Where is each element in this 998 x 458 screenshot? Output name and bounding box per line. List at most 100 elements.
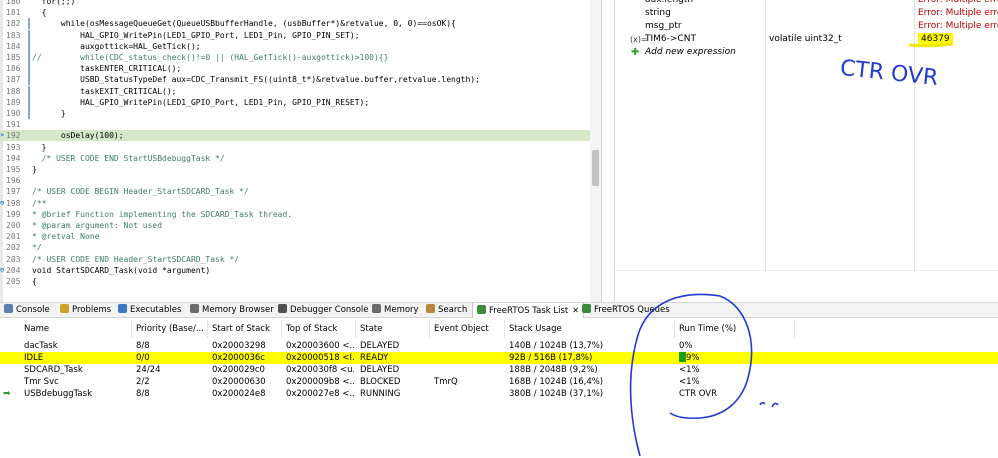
code-line[interactable]: 184 auxgottick=HAL_GetTick();: [0, 40, 590, 52]
code-line[interactable]: 203 /* USER CODE END Header_StartSDCARD_T…: [0, 254, 590, 265]
line-number: 196: [6, 176, 21, 186]
code-text: {: [32, 277, 37, 286]
code-line[interactable]: 193 }: [0, 142, 590, 153]
change-marker: [28, 18, 30, 30]
change-marker: [28, 52, 30, 63]
tab-debugger-console[interactable]: Debugger Console: [274, 303, 369, 318]
column-header[interactable]: Top of Stack: [282, 320, 356, 338]
column-header[interactable]: Priority (Base/...: [132, 320, 208, 338]
add-expression-label[interactable]: Add new expression: [645, 46, 736, 59]
tab-memory-browser[interactable]: Memory Browser: [186, 303, 274, 318]
table-cell-top: 0x200027e8 <...: [286, 389, 354, 399]
table-row[interactable]: ➡ USBdebuggTask 8/8 0x200024e8 0x200027e8 <.…: [0, 388, 998, 400]
code-line[interactable]: 199 * @brief Function implementing the SD…: [0, 209, 590, 220]
expression-name: msg_ptr: [645, 21, 682, 31]
add-expression-row[interactable]: ✚ Add new expression: [615, 46, 998, 59]
code-line[interactable]: 197 /* USER CODE BEGIN Header_StartSDCARD…: [0, 186, 590, 197]
tab-freertos-task-list[interactable]: FreeRTOS Task List ✕: [472, 303, 584, 318]
line-number: 201: [6, 232, 21, 242]
expression-row[interactable]: (x)= TIM6->CNT volatile uint32_t 46379: [615, 33, 998, 46]
code-text: */: [32, 243, 42, 253]
table-row[interactable]: Tmr Svc 2/2 0x20000630 0x200009b8 <... BLOCK…: [0, 376, 998, 388]
code-text: {: [32, 8, 47, 18]
column-header[interactable]: State: [356, 320, 430, 338]
code-text: * @brief Function implementing the SDCAR…: [32, 209, 293, 219]
tab-icon: [372, 304, 381, 313]
table-row[interactable]: SDCARD_Task 24/24 0x200029c0 0x200030f8 <u.…: [0, 364, 998, 376]
line-number: 180: [6, 0, 21, 6]
code-line[interactable]: 189 HAL_GPIO_WritePin(LED1_GPIO_Port, LE…: [0, 96, 590, 108]
line-number: 195: [6, 165, 21, 174]
code-line[interactable]: 192» osDelay(100);: [0, 130, 590, 142]
code-line[interactable]: 182 while(osMessageQueueGet(QueueUSBbuff…: [0, 18, 590, 30]
code-line[interactable]: 180 for(;;): [0, 0, 590, 7]
tab-icon: [477, 305, 486, 314]
code-line[interactable]: 204 ⊖ void StartSDCARD_Task(void *argument…: [0, 265, 590, 276]
code-line[interactable]: 181 {: [0, 7, 590, 18]
code-line[interactable]: 191: [0, 119, 590, 130]
table-cell-name: USBdebuggTask: [24, 389, 92, 399]
column-header[interactable]: Event Object: [430, 320, 505, 338]
code-line[interactable]: 183 HAL_GPIO_WritePin(LED1_GPIO_Port, LE…: [0, 29, 590, 41]
code-line[interactable]: 185 // while(CDC_status_check()!=0 || (HA…: [0, 52, 590, 63]
tab-label: Problems: [72, 305, 112, 315]
code-text: /* USER CODE END StartUSBdebuggTask */: [32, 153, 225, 163]
table-row[interactable]: dacTask 8/8 0x20003298 0x20003600 <... DELAY…: [0, 340, 998, 352]
code-line[interactable]: 196: [0, 175, 590, 186]
table-row[interactable]: IDLE 0/0 0x2000036c 0x20000518 <I... READY 92…: [0, 352, 998, 364]
code-line[interactable]: 198 ⊖ /**: [0, 198, 590, 209]
tab-problems[interactable]: Problems: [56, 303, 111, 318]
expression-row[interactable]: msg_ptr Error: Multiple errors: [615, 20, 998, 33]
line-number: 200: [6, 221, 21, 230]
tab-icon: [60, 304, 69, 313]
expression-name: aux.length: [645, 0, 694, 5]
expr-divider: [615, 270, 998, 271]
column-header[interactable]: Stack Usage: [505, 320, 675, 338]
table-cell-runtime: 9%: [679, 352, 793, 364]
code-text: while(osMessageQueueGet(QueueUSBbufferHa…: [32, 19, 456, 29]
change-marker: [28, 96, 30, 108]
code-text: USBD_StatusTypeDef aux=CDC_Transmit_FS((…: [32, 75, 480, 85]
expression-name: string: [645, 8, 671, 18]
tab-search[interactable]: Search: [422, 303, 467, 318]
tab-executables[interactable]: Executables: [114, 303, 181, 318]
current-line-marker-icon[interactable]: »: [0, 130, 8, 141]
tab-freertos-queues[interactable]: FreeRTOS Queues: [578, 303, 670, 318]
editor-scrollbar-thumb[interactable]: [592, 150, 599, 186]
table-cell-priority: 0/0: [136, 353, 150, 363]
line-number: 203: [6, 254, 21, 264]
code-line[interactable]: 202 */: [0, 242, 590, 253]
table-cell-usage: 140B / 1024B (13,7%): [509, 341, 604, 351]
column-header[interactable]: Run Time (%): [675, 320, 795, 338]
change-marker: [28, 108, 30, 119]
code-line[interactable]: 205 {: [0, 276, 590, 287]
add-icon: ✚: [631, 47, 640, 58]
code-line[interactable]: 190 }: [0, 108, 590, 119]
expression-row[interactable]: aux.length Error: Multiple errors: [615, 0, 998, 7]
fold-icon[interactable]: ⊖: [0, 265, 8, 276]
code-text: void StartSDCARD_Task(void *argument): [32, 265, 211, 275]
line-number: 194: [6, 153, 21, 163]
table-cell-start: 0x200029c0: [212, 365, 265, 375]
line-number: 197: [6, 187, 21, 197]
code-text: * @param argument: Not used: [32, 221, 163, 230]
column-header[interactable]: Start of Stack: [208, 320, 282, 338]
tab-label: Console: [16, 305, 50, 315]
bottom-tab-bar: Console Problems Executables Memory Browser…: [0, 302, 998, 318]
code-line[interactable]: 194 /* USER CODE END StartUSBdebuggTask …: [0, 153, 590, 164]
code-line[interactable]: 200 * @param argument: Not used: [0, 220, 590, 231]
expression-row[interactable]: string Error: Multiple errors: [615, 7, 998, 20]
code-line[interactable]: 188 taskEXIT_CRITICAL();: [0, 85, 590, 97]
line-number: 202: [6, 243, 21, 253]
column-header[interactable]: Name: [20, 320, 132, 338]
code-line[interactable]: 201 * @retval None: [0, 231, 590, 242]
tab-console[interactable]: Console: [0, 303, 50, 318]
code-editor[interactable]: 180 for(;;) 181 {182 while(osMessageQueue…: [0, 0, 602, 302]
fold-icon[interactable]: ⊖: [0, 198, 8, 209]
code-line[interactable]: 195}: [0, 164, 590, 175]
code-line[interactable]: 187 USBD_StatusTypeDef aux=CDC_Transmit_…: [0, 74, 590, 86]
code-line[interactable]: 186 taskENTER_CRITICAL();: [0, 63, 590, 75]
expression-type: volatile uint32_t: [769, 34, 842, 44]
tab-memory[interactable]: Memory: [368, 303, 419, 318]
table-cell-top: 0x200030f8 <u...: [286, 365, 354, 375]
